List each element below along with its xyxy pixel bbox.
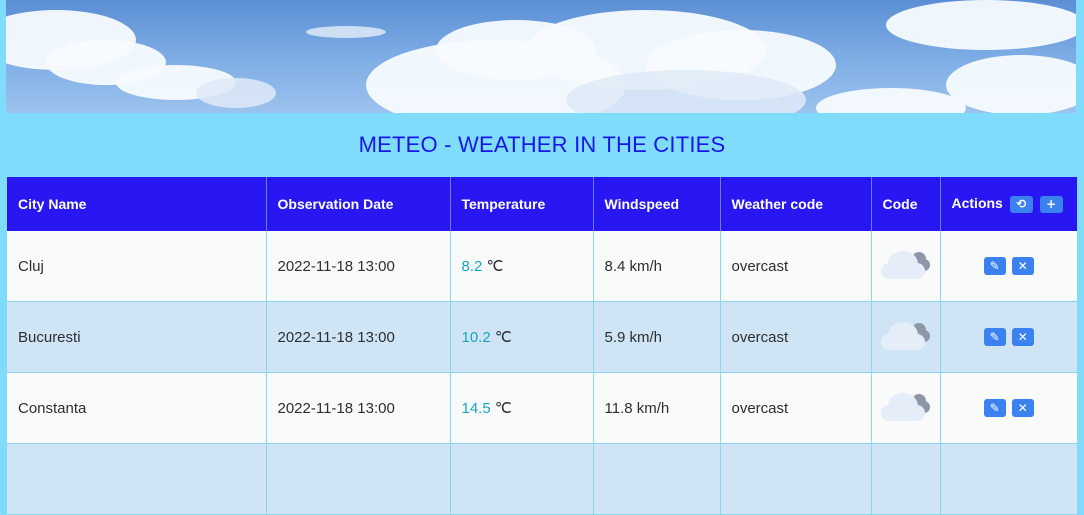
pencil-icon: ✎ [989, 330, 1000, 345]
add-button[interactable]: + [1039, 195, 1063, 213]
delete-button[interactable]: ✕ [1011, 399, 1034, 418]
sky-banner [6, 0, 1076, 113]
temperature: 10.2 ℃ [450, 301, 594, 373]
close-icon: ✕ [1017, 401, 1028, 416]
overcast-cloud-icon [880, 391, 932, 421]
delete-button[interactable]: ✕ [1011, 328, 1034, 347]
table-header-row: City Name Observation Date Temperature W… [7, 177, 1077, 231]
header-windspeed: Windspeed [593, 177, 721, 231]
weather-code: overcast [720, 301, 872, 373]
refresh-icon: ⟲ [1016, 196, 1027, 211]
table-row: Cluj 2022-11-18 13:00 8.2 ℃ 8.4 km/h ove… [7, 231, 1077, 302]
temperature-value: 8.2 [461, 258, 483, 275]
temperature-unit: ℃ [494, 400, 512, 417]
header-weather-code: Weather code [720, 177, 872, 231]
windspeed: 11.8 km/h [593, 372, 721, 444]
windspeed: 8.4 km/h [593, 231, 721, 302]
city-name: Bucuresti [7, 301, 267, 373]
code-cell [871, 301, 941, 373]
pencil-icon: ✎ [989, 401, 1000, 416]
temperature-value: 14.5 [461, 400, 491, 417]
code-cell [871, 372, 941, 444]
refresh-button[interactable]: ⟲ [1009, 195, 1033, 213]
overcast-cloud-icon [880, 249, 932, 279]
overcast-cloud-icon [880, 320, 932, 350]
page-title: METEO - WEATHER IN THE CITIES [358, 132, 726, 157]
observation-date: 2022-11-18 13:00 [266, 231, 451, 302]
temperature-unit: ℃ [494, 329, 512, 346]
close-icon: ✕ [1017, 330, 1028, 345]
observation-date: 2022-11-18 13:00 [266, 301, 451, 373]
observation-date: 2022-11-18 13:00 [266, 372, 451, 444]
header-temperature: Temperature [450, 177, 594, 231]
temperature: 8.2 ℃ [450, 231, 594, 302]
temperature-value: 10.2 [461, 329, 491, 346]
header-observation-date: Observation Date [266, 177, 451, 231]
weather-code: overcast [720, 231, 872, 302]
city-name: Cluj [7, 231, 267, 302]
table-row: Bucuresti 2022-11-18 13:00 10.2 ℃ 5.9 km… [7, 301, 1077, 373]
pencil-icon: ✎ [989, 259, 1000, 274]
city-name: Constanta [7, 372, 267, 444]
temperature: 14.5 ℃ [450, 372, 594, 444]
code-cell [871, 231, 941, 302]
plus-icon: + [1046, 196, 1057, 211]
weather-table: City Name Observation Date Temperature W… [7, 177, 1077, 515]
header-actions-label: Actions [951, 195, 1003, 212]
windspeed: 5.9 km/h [593, 301, 721, 373]
edit-button[interactable]: ✎ [983, 257, 1006, 276]
edit-button[interactable]: ✎ [983, 399, 1006, 418]
header-actions: Actions ⟲ + [940, 177, 1077, 231]
edit-button[interactable]: ✎ [983, 328, 1006, 347]
header-city-name: City Name [7, 177, 267, 231]
row-actions: ✎ ✕ [940, 372, 1077, 444]
temperature-unit: ℃ [486, 258, 504, 275]
close-icon: ✕ [1017, 259, 1028, 274]
table-row: Constanta 2022-11-18 13:00 14.5 ℃ 11.8 k… [7, 372, 1077, 444]
weather-code: overcast [720, 372, 872, 444]
row-actions: ✎ ✕ [940, 231, 1077, 302]
header-code: Code [871, 177, 941, 231]
row-actions: ✎ ✕ [940, 301, 1077, 373]
delete-button[interactable]: ✕ [1011, 257, 1034, 276]
table-row-partial [7, 443, 1077, 515]
